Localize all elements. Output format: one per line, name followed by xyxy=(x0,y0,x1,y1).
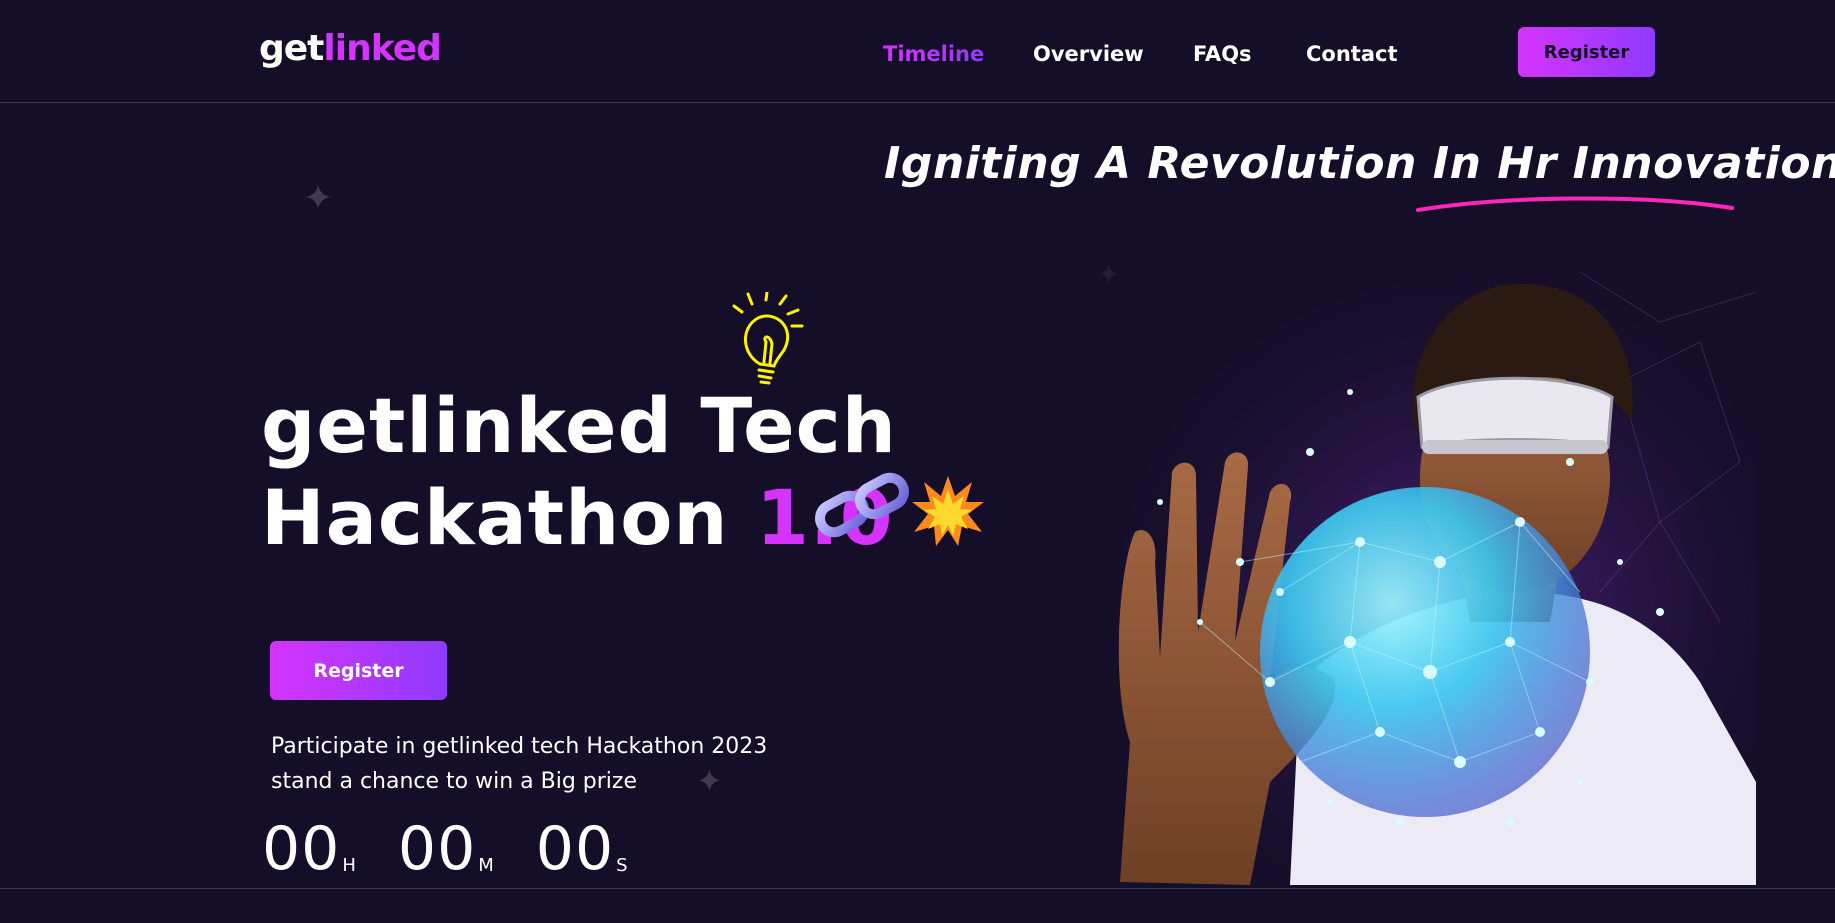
hero-title-line1: getlinked Tech xyxy=(261,381,897,470)
tagline-underline-decoration xyxy=(1416,196,1734,212)
explosion-icon xyxy=(912,476,984,546)
lightbulb-icon xyxy=(732,292,804,385)
logo-text-get: get xyxy=(259,28,324,69)
countdown-timer: 00 H 00 M 00 S xyxy=(262,818,628,880)
hero-tagline: Igniting A Revolution In Hr Innovation xyxy=(884,138,1835,189)
nav-link-contact[interactable]: Contact xyxy=(1306,42,1398,66)
chain-link-icon xyxy=(815,472,909,538)
countdown-hours: 00 H xyxy=(262,818,356,880)
countdown-seconds-value: 00 xyxy=(535,814,615,884)
hero-title-hackathon: Hackathon xyxy=(261,473,729,562)
top-navbar: getlinked Timeline Overview FAQs Contact… xyxy=(0,0,1835,103)
section-divider xyxy=(0,888,1835,889)
countdown-seconds-unit: S xyxy=(616,855,628,876)
countdown-minutes-value: 00 xyxy=(397,814,477,884)
nav-link-timeline[interactable]: Timeline xyxy=(883,42,984,66)
countdown-minutes-unit: M xyxy=(478,855,494,876)
nav-register-button[interactable]: Register xyxy=(1518,27,1655,77)
countdown-hours-unit: H xyxy=(342,855,356,876)
hero-register-button[interactable]: Register xyxy=(270,641,447,700)
logo-text-linked: linked xyxy=(323,28,441,69)
sparkle-star-icon: ✦ xyxy=(303,178,334,219)
countdown-minutes: 00 M xyxy=(398,818,494,880)
nav-link-overview[interactable]: Overview xyxy=(1033,42,1144,66)
nav-link-faqs[interactable]: FAQs xyxy=(1193,42,1252,66)
getlinked-logo[interactable]: getlinked xyxy=(259,28,442,69)
countdown-seconds: 00 S xyxy=(536,818,628,880)
countdown-hours-value: 00 xyxy=(262,814,341,884)
hero-title: getlinked Tech Hackathon 1.0 xyxy=(261,380,897,564)
hero-title-line2: Hackathon 1.0 xyxy=(261,472,897,564)
hero-description: Participate in getlinked tech Hackathon … xyxy=(271,734,768,794)
hero-vr-man-image xyxy=(1100,262,1756,885)
